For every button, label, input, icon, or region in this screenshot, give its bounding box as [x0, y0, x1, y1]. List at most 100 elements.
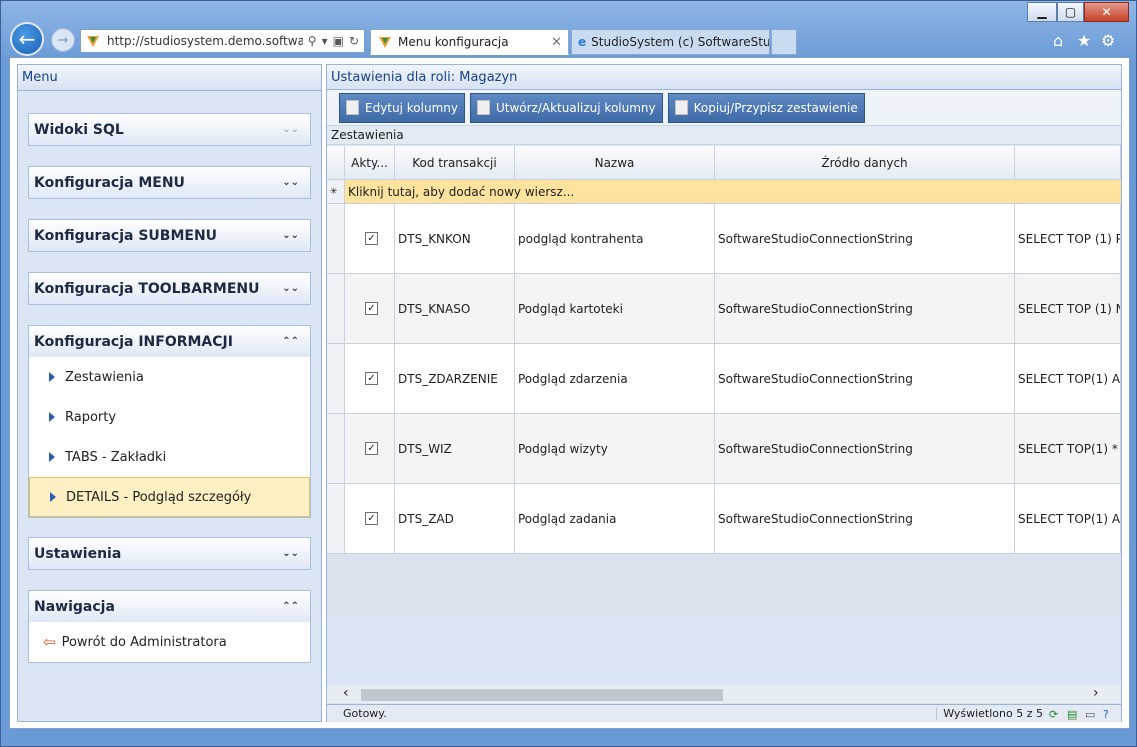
cell-name[interactable]: Podgląd zadania — [515, 484, 715, 554]
cell-sql[interactable]: SELECT TOP(1) * — [1015, 414, 1121, 484]
new-row[interactable]: ✳ Kliknij tutaj, aby dodać nowy wiersz..… — [327, 180, 1121, 204]
row-indicator — [327, 344, 345, 414]
column-header-active[interactable]: Akty... — [345, 146, 395, 180]
new-row-prompt[interactable]: Kliknij tutaj, aby dodać nowy wiersz... — [345, 180, 1121, 204]
ie-logo-icon: e — [578, 35, 587, 49]
group-nawigacja[interactable]: Nawigacja ⌃⌃ ⇦ Powrót do Administratora — [28, 590, 311, 663]
chevron-up-icon[interactable]: ⌃⌃ — [282, 601, 305, 612]
minimize-button[interactable]: ▁ — [1027, 2, 1057, 22]
copy-assign-button[interactable]: Kopiuj/Przypisz zestawienie — [667, 92, 865, 123]
cell-source[interactable]: SoftwareStudioConnectionString — [715, 204, 1015, 274]
column-header-code[interactable]: Kod transakcji — [395, 146, 515, 180]
table-row[interactable]: ✓ DTS_WIZ Podgląd wizyty SoftwareStudioConn… — [327, 414, 1121, 484]
cell-source[interactable]: SoftwareStudioConnectionString — [715, 344, 1015, 414]
forward-button[interactable]: → — [51, 28, 75, 52]
group-title: Widoki SQL — [34, 121, 124, 138]
group-konfiguracja-toolbarmenu[interactable]: Konfiguracja TOOLBARMENU ⌄⌄ — [28, 272, 311, 305]
refresh-icon[interactable]: ↻ — [349, 34, 359, 48]
chevron-down-icon[interactable]: ⌄⌄ — [282, 124, 305, 135]
cell-sql[interactable]: SELECT TOP(1) AI — [1015, 484, 1121, 554]
chevron-up-icon[interactable]: ⌃⌃ — [282, 336, 305, 347]
cell-code[interactable]: DTS_KNASO — [395, 274, 515, 344]
close-tab-icon[interactable]: ✕ — [551, 35, 562, 50]
forward-arrow-icon: → — [57, 32, 69, 48]
cell-name[interactable]: Podgląd wizyty — [515, 414, 715, 484]
cell-source[interactable]: SoftwareStudioConnectionString — [715, 414, 1015, 484]
chevron-down-icon[interactable]: ⌄⌄ — [282, 548, 305, 559]
create-update-columns-button[interactable]: Utwórz/Aktualizuj kolumny — [469, 92, 663, 123]
cell-code[interactable]: DTS_KNKON — [395, 204, 515, 274]
group-title: Nawigacja — [34, 598, 115, 615]
column-header-name[interactable]: Nazwa — [515, 146, 715, 180]
search-icon[interactable]: ⚲ — [308, 34, 317, 48]
address-bar[interactable]: http://studiosystem.demo.softwar... ⚲ ▾ … — [80, 29, 365, 53]
group-konfiguracja-menu[interactable]: Konfiguracja MENU ⌄⌄ — [28, 166, 311, 199]
checkbox-checked-icon[interactable]: ✓ — [365, 512, 378, 525]
checkbox-checked-icon[interactable]: ✓ — [365, 372, 378, 385]
home-icon[interactable]: ⌂ — [1053, 31, 1063, 50]
menu-item-label: Raporty — [65, 409, 117, 425]
dropdown-icon[interactable]: ▾ — [322, 34, 328, 48]
settings-gear-icon[interactable]: ⚙ — [1101, 31, 1115, 50]
column-header-sql[interactable] — [1015, 146, 1121, 180]
cell-code[interactable]: DTS_ZDARZENIE — [395, 344, 515, 414]
checkbox-checked-icon[interactable]: ✓ — [365, 442, 378, 455]
group-title: Konfiguracja TOOLBARMENU — [34, 280, 260, 297]
cell-source[interactable]: SoftwareStudioConnectionString — [715, 484, 1015, 554]
cell-name[interactable]: Podgląd zdarzenia — [515, 344, 715, 414]
menu-item-details[interactable]: DETAILS - Podgląd szczegóły — [29, 477, 310, 517]
chevron-down-icon[interactable]: ⌄⌄ — [282, 283, 305, 294]
menu-item-powrot[interactable]: ⇦ Powrót do Administratora — [29, 622, 310, 662]
table-row[interactable]: ✓ DTS_ZAD Podgląd zadania SoftwareStudioCon… — [327, 484, 1121, 554]
cell-name[interactable]: podgląd kontrahenta — [515, 204, 715, 274]
menu-item-label: DETAILS - Podgląd szczegóły — [66, 489, 252, 505]
cell-source[interactable]: SoftwareStudioConnectionString — [715, 274, 1015, 344]
group-konfiguracja-submenu[interactable]: Konfiguracja SUBMENU ⌄⌄ — [28, 219, 311, 252]
cell-sql[interactable]: SELECT TOP (1) P — [1015, 204, 1121, 274]
help-icon[interactable]: ? — [1103, 708, 1115, 721]
toolbar: Edytuj kolumny Utwórz/Aktualizuj kolumny… — [327, 90, 1121, 126]
table-row[interactable]: ✓ DTS_KNKON podgląd kontrahenta SoftwareStu… — [327, 204, 1121, 274]
tab-menu-konfiguracja[interactable]: Menu konfiguracja ✕ — [370, 29, 569, 55]
horizontal-scrollbar[interactable]: ‹ › — [327, 685, 1121, 703]
chevron-down-icon[interactable]: ⌄⌄ — [282, 177, 305, 188]
tab-studiosystem[interactable]: e StudioSystem (c) SoftwareStud... — [571, 29, 770, 55]
cell-code[interactable]: DTS_ZAD — [395, 484, 515, 554]
maximize-button[interactable]: ▢ — [1057, 2, 1084, 22]
cell-sql[interactable]: SELECT TOP(1) AI — [1015, 344, 1121, 414]
scrollbar-thumb[interactable] — [361, 689, 723, 701]
cell-code[interactable]: DTS_WIZ — [395, 414, 515, 484]
group-konfiguracja-informacji[interactable]: Konfiguracja INFORMACJI ⌃⌃ Zestawienia Ra… — [28, 325, 311, 518]
active-checkbox[interactable]: ✓ — [345, 274, 395, 344]
checkbox-checked-icon[interactable]: ✓ — [365, 302, 378, 315]
group-ustawienia[interactable]: Ustawienia ⌄⌄ — [28, 537, 311, 570]
cell-sql[interactable]: SELECT TOP (1) N — [1015, 274, 1121, 344]
active-checkbox[interactable]: ✓ — [345, 204, 395, 274]
active-checkbox[interactable]: ✓ — [345, 344, 395, 414]
compat-view-icon[interactable]: ▣ — [333, 34, 344, 48]
back-button[interactable]: ← — [10, 22, 44, 56]
close-window-button[interactable]: ✕ — [1084, 2, 1129, 22]
refresh-grid-icon[interactable]: ⟳ — [1049, 708, 1061, 721]
print-icon[interactable]: ▭ — [1085, 708, 1097, 721]
edit-columns-button[interactable]: Edytuj kolumny — [339, 92, 465, 123]
active-checkbox[interactable]: ✓ — [345, 484, 395, 554]
active-checkbox[interactable]: ✓ — [345, 414, 395, 484]
scroll-left-icon[interactable]: ‹ — [343, 685, 349, 701]
url-text[interactable]: http://studiosystem.demo.softwar... — [107, 34, 303, 48]
group-widoki-sql[interactable]: Widoki SQL ⌄⌄ — [28, 113, 311, 146]
menu-item-zestawienia[interactable]: Zestawienia — [29, 357, 310, 397]
chevron-down-icon[interactable]: ⌄⌄ — [282, 230, 305, 241]
column-header-source[interactable]: Źródło danych — [715, 146, 1015, 180]
menu-item-raporty[interactable]: Raporty — [29, 397, 310, 437]
table-row[interactable]: ✓ DTS_ZDARZENIE Podgląd zdarzenia SoftwareS… — [327, 344, 1121, 414]
bullet-triangle-icon — [49, 452, 55, 462]
favorites-star-icon[interactable]: ★ — [1077, 31, 1091, 50]
menu-item-tabs[interactable]: TABS - Zakładki — [29, 437, 310, 477]
export-icon[interactable]: ▤ — [1067, 708, 1079, 721]
checkbox-checked-icon[interactable]: ✓ — [365, 232, 378, 245]
scroll-right-icon[interactable]: › — [1093, 685, 1099, 701]
new-tab-button[interactable] — [771, 29, 797, 55]
table-row[interactable]: ✓ DTS_KNASO Podgląd kartoteki SoftwareStudi… — [327, 274, 1121, 344]
cell-name[interactable]: Podgląd kartoteki — [515, 274, 715, 344]
